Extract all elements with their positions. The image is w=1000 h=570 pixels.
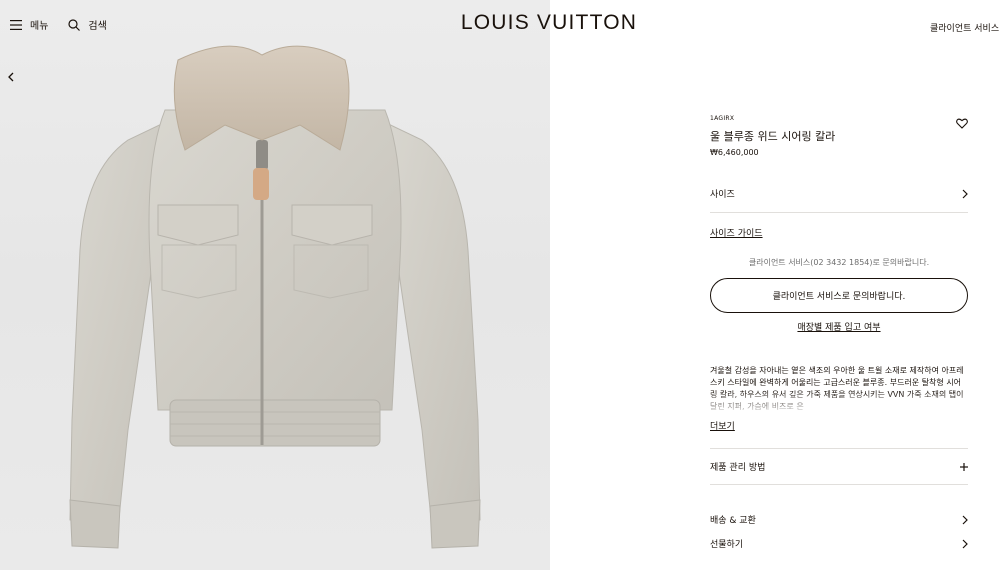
divider: [710, 484, 968, 485]
divider: [710, 212, 968, 213]
size-label: 사이즈: [710, 190, 735, 200]
shipping-returns-row[interactable]: 배송 & 교환: [710, 513, 968, 526]
client-service-note: 클라이언트 서비스(02 3432 1854)로 문의바랍니다.: [748, 258, 930, 267]
heart-icon: [956, 118, 968, 129]
plus-icon: [960, 462, 968, 471]
wishlist-button[interactable]: [956, 114, 968, 133]
chevron-right-icon: [962, 189, 968, 198]
product-sku: 1AGIRX: [710, 115, 735, 122]
read-more-link[interactable]: 더보기: [710, 419, 735, 432]
chevron-right-icon: [962, 539, 968, 548]
divider: [710, 448, 968, 449]
jacket-illustration: [69, 45, 481, 549]
back-button[interactable]: [7, 67, 15, 86]
brand-logo-text: LOUIS VUITTON: [460, 11, 638, 34]
shipping-label: 배송 & 교환: [710, 516, 756, 526]
gift-row[interactable]: 선물하기: [710, 537, 968, 550]
care-label: 제품 관리 방법: [710, 463, 766, 473]
size-guide-link[interactable]: 사이즈 가이드: [710, 226, 763, 239]
size-selector[interactable]: 사이즈: [710, 187, 968, 200]
chevron-right-icon: [962, 515, 968, 524]
contact-client-service-button[interactable]: 클라이언트 서비스로 문의바랍니다.: [710, 278, 968, 313]
description-fade: [710, 392, 968, 416]
product-title: 울 블루종 위드 시어링 칼라: [710, 130, 836, 143]
gift-label: 선물하기: [710, 540, 744, 550]
product-price: ₩6,460,000: [710, 148, 759, 157]
care-instructions-row[interactable]: 제품 관리 방법: [710, 460, 968, 473]
store-stock-link[interactable]: 매장별 제품 입고 여부: [710, 320, 968, 333]
product-image: [0, 0, 550, 570]
chevron-left-icon: [8, 72, 14, 82]
product-details: 1AGIRX 울 블루종 위드 시어링 칼라 ₩6,460,000 사이즈 사이…: [710, 0, 968, 570]
